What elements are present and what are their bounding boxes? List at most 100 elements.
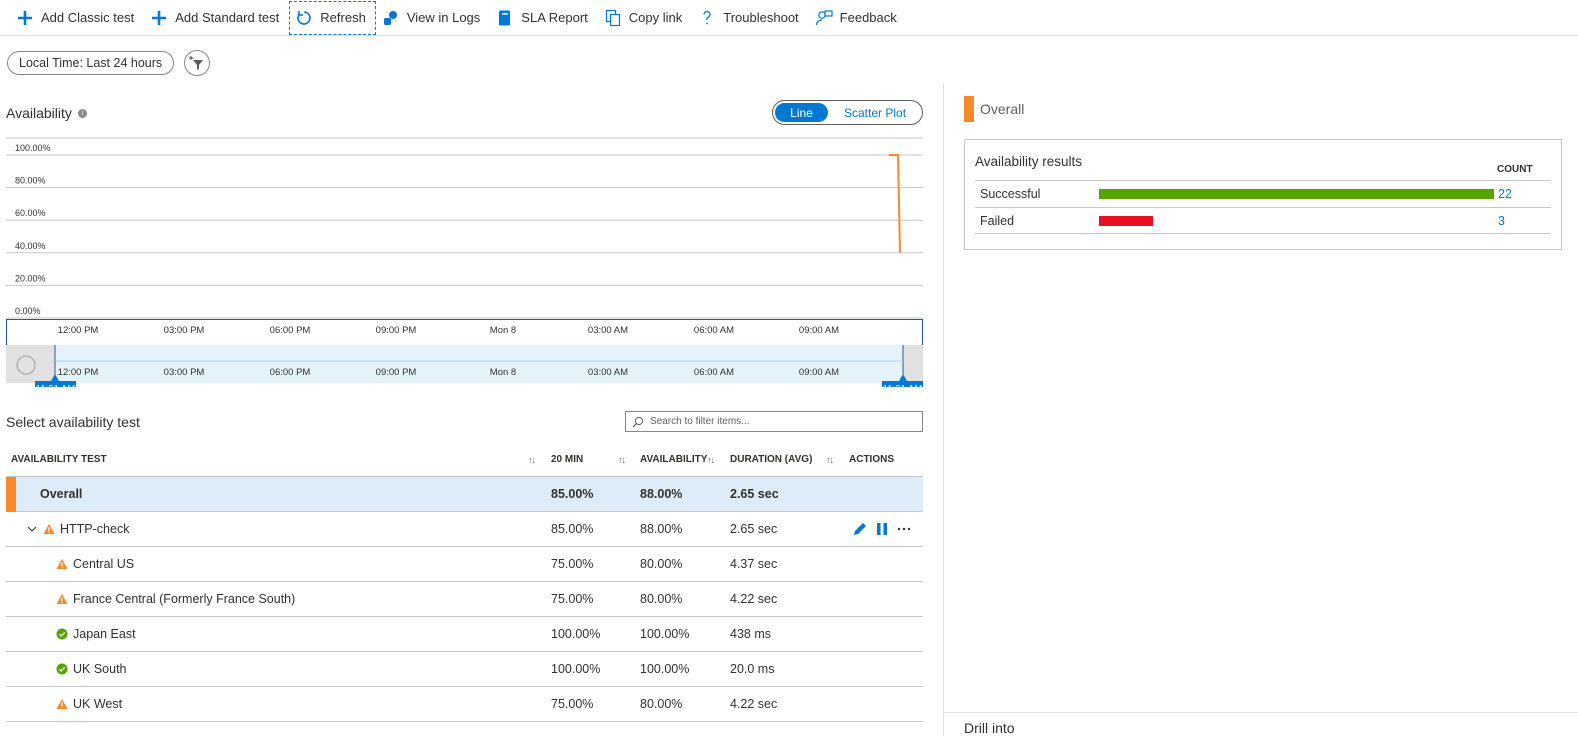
x-tick-label: Mon 8 [490,325,516,336]
warning-icon [56,558,68,570]
col-availability-test[interactable]: AVAILABILITY TEST [11,454,107,465]
brush-tick-label: Mon 8 [490,367,516,378]
search-box [625,411,923,432]
row-actions [851,520,917,538]
sort-icon[interactable]: ↑↓ [528,455,536,465]
location-name-cell: France Central (Formerly France South) [56,592,295,606]
refresh-button[interactable]: Refresh [289,0,376,35]
feedback-button[interactable]: Feedback [809,1,907,35]
availability-value: 80.00% [640,697,683,711]
warning-icon [56,698,68,710]
brush-right-mask [903,345,923,383]
edit-icon[interactable] [851,520,869,538]
availability-results-card: Availability results COUNT Successful 22… [964,139,1562,250]
min20-value: 85.00% [551,522,594,536]
x-tick-label: 09:00 PM [376,325,417,336]
legend-label: Overall [980,101,1025,117]
availability-title: Availability i [6,105,87,121]
duration-value: 20.0 ms [730,662,775,676]
drill-into-heading: Drill into [964,720,1015,736]
search-input[interactable] [650,416,900,427]
overall-legend[interactable]: Overall [964,96,1024,122]
x-tick-label: 06:00 PM [270,325,311,336]
x-tick-label: 03:00 PM [164,325,205,336]
brush-tick-label: 06:00 AM [694,367,734,378]
availability-value: 100.00% [640,662,690,676]
add-classic-test-button[interactable]: Add Classic test [10,1,144,35]
table-row-location[interactable]: France Central (Formerly France South) 75… [6,582,923,617]
results-label: Successful [980,187,1041,201]
sla-report-label: SLA Report [521,10,588,25]
line-toggle-option[interactable]: Line [775,103,828,122]
chevron-down-icon[interactable] [26,523,38,535]
brush-tick-label: 09:00 PM [376,367,417,378]
failed-bar [1099,215,1153,226]
logs-icon [382,9,400,27]
troubleshoot-button[interactable]: Troubleshoot [692,1,808,35]
overall-color-marker [6,477,16,512]
x-tick-label: 06:00 AM [694,325,734,336]
x-tick-label: 12:00 PM [58,325,99,336]
table-row-overall[interactable]: Overall 85.00% 88.00% 2.65 sec [6,477,923,512]
results-row-failed: Failed 3 [975,207,1551,234]
min20-value: 100.00% [551,627,601,641]
copy-link-label: Copy link [628,10,683,25]
location-name-cell: UK West [56,697,122,711]
add-filter-button[interactable] [184,50,210,76]
sort-icon[interactable]: ↑↓ [618,455,626,465]
time-range-pill[interactable]: Local Time: Last 24 hours [7,51,175,75]
success-check-icon [56,663,68,675]
pause-icon[interactable] [873,520,891,538]
test-name: Overall [40,487,83,501]
test-name: HTTP-check [60,522,130,536]
min20-value: 100.00% [551,662,601,676]
sla-report-button[interactable]: SLA Report [490,1,598,35]
sort-icon[interactable]: ↑↓ [826,455,834,465]
brush-start-label: 11:21 AM [36,384,76,388]
add-standard-test-button[interactable]: Add Standard test [144,1,289,35]
x-tick-label: 03:00 AM [588,325,628,336]
y-tick-label: 80.00% [15,176,46,186]
command-bar: Add Classic test Add Standard test Refre… [0,0,1578,36]
sort-icon[interactable]: ↑↓ [707,455,715,465]
col-availability[interactable]: AVAILABILITY [640,454,707,465]
brush-strip [6,345,923,383]
copy-link-button[interactable]: Copy link [598,1,692,35]
plus-icon [16,9,34,27]
info-icon[interactable]: i [77,108,87,118]
table-row-location[interactable]: Central US 75.00% 80.00% 4.37 sec [6,547,923,582]
results-title: Availability results [975,154,1083,169]
feedback-icon [815,9,833,27]
availability-value: 88.00% [640,522,683,536]
duration-value: 438 ms [730,627,771,641]
add-filter-icon [188,54,206,72]
table-row-location[interactable]: UK West 75.00% 80.00% 4.22 sec [6,687,923,722]
location-name: UK West [73,697,123,711]
location-name: UK South [73,662,127,676]
search-icon [632,416,644,428]
successful-count-link[interactable]: 22 [1498,187,1512,201]
y-tick-label: 60.00% [15,208,46,218]
y-tick-label: 100.00% [15,143,51,153]
chart-type-toggle: Line Scatter Plot [772,100,923,125]
table-row-test[interactable]: HTTP-check 85.00% 88.00% 2.65 sec [6,512,923,547]
brush-end-label: 11:21 AM [883,384,923,388]
availability-value: 100.00% [640,627,690,641]
duration-value: 4.37 sec [730,557,778,571]
view-in-logs-button[interactable]: View in Logs [376,1,490,35]
duration-value: 2.65 sec [730,522,778,536]
table-row-location[interactable]: UK South 100.00% 100.00% 20.0 ms [6,652,923,687]
availability-value: 80.00% [640,557,683,571]
col-20-min[interactable]: 20 MIN [551,454,583,465]
add-standard-test-label: Add Standard test [175,10,280,25]
refresh-label: Refresh [320,10,366,25]
scatter-plot-toggle-option[interactable]: Scatter Plot [844,106,906,120]
failed-count-link[interactable]: 3 [1498,214,1505,228]
y-tick-label: 20.00% [15,273,46,283]
question-icon [698,9,716,27]
location-name-cell: Japan East [56,627,136,641]
x-tick-label: 09:00 AM [799,325,839,336]
table-row-location[interactable]: Japan East 100.00% 100.00% 438 ms [6,617,923,652]
col-duration[interactable]: DURATION (AVG) [730,454,812,465]
more-options-icon[interactable] [895,520,913,538]
